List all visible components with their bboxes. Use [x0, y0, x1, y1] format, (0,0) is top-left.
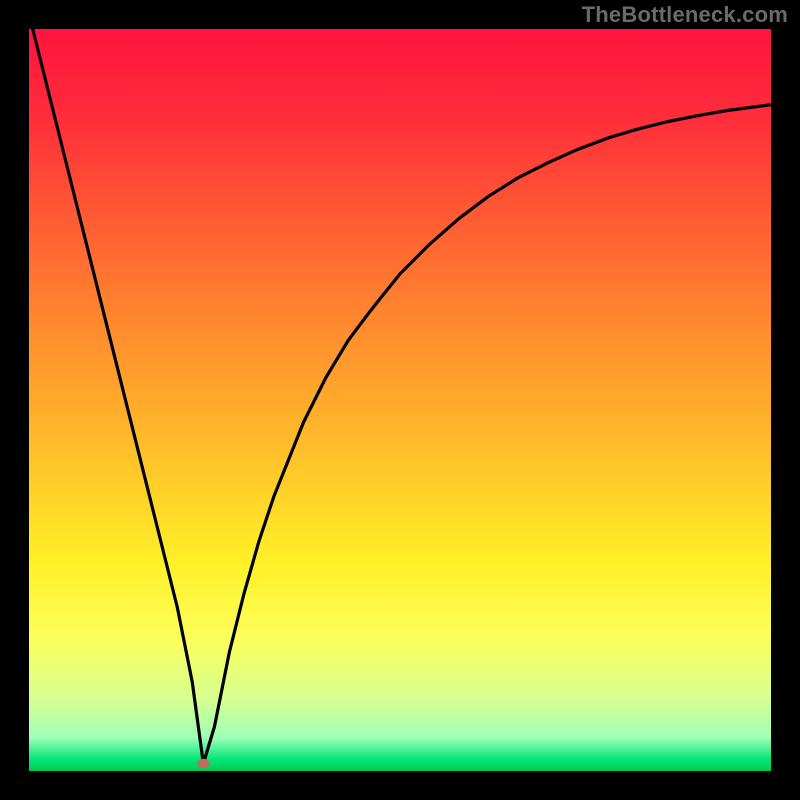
- watermark-label: TheBottleneck.com: [582, 2, 788, 28]
- optimal-point-marker: [197, 759, 209, 769]
- bottleneck-chart: [0, 0, 800, 800]
- chart-stage: TheBottleneck.com: [0, 0, 800, 800]
- heat-background: [29, 29, 771, 771]
